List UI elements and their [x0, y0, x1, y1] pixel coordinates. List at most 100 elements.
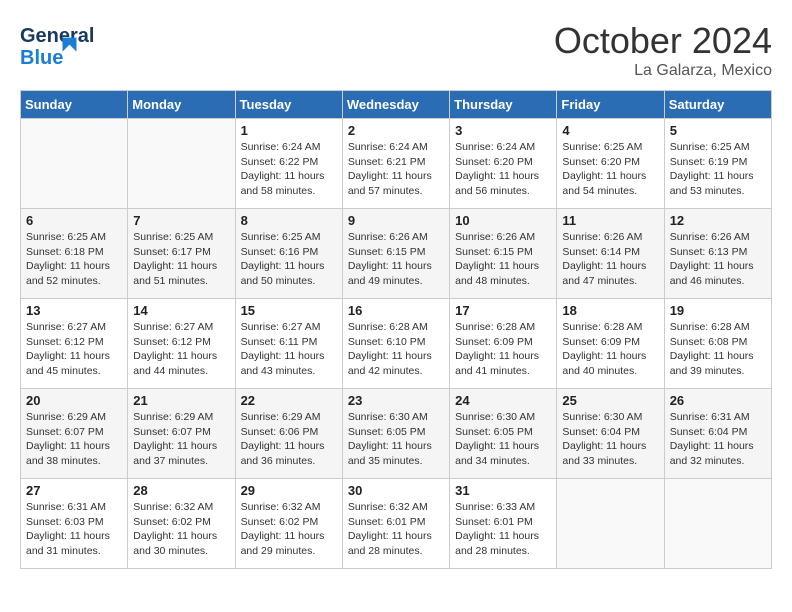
day-detail: Sunrise: 6:26 AMSunset: 6:14 PMDaylight:…	[562, 230, 658, 289]
day-detail: Sunrise: 6:28 AMSunset: 6:10 PMDaylight:…	[348, 320, 444, 379]
day-detail: Sunrise: 6:29 AMSunset: 6:07 PMDaylight:…	[133, 410, 229, 469]
table-row: 26 Sunrise: 6:31 AMSunset: 6:04 PMDayligh…	[664, 389, 771, 479]
day-detail: Sunrise: 6:25 AMSunset: 6:18 PMDaylight:…	[26, 230, 122, 289]
day-number: 3	[455, 123, 551, 138]
calendar-week-2: 6 Sunrise: 6:25 AMSunset: 6:18 PMDaylight…	[21, 209, 772, 299]
day-detail: Sunrise: 6:28 AMSunset: 6:08 PMDaylight:…	[670, 320, 766, 379]
day-number: 21	[133, 393, 229, 408]
calendar-week-1: 1 Sunrise: 6:24 AMSunset: 6:22 PMDaylight…	[21, 119, 772, 209]
day-number: 10	[455, 213, 551, 228]
day-number: 30	[348, 483, 444, 498]
col-thursday: Thursday	[450, 91, 557, 119]
month-title: October 2024	[554, 20, 772, 62]
table-row: 9 Sunrise: 6:26 AMSunset: 6:15 PMDaylight…	[342, 209, 449, 299]
day-number: 18	[562, 303, 658, 318]
col-monday: Monday	[128, 91, 235, 119]
day-number: 28	[133, 483, 229, 498]
table-row: 22Sunrise: 6:29 AMSunset: 6:06 PMDayligh…	[235, 389, 342, 479]
logo: General Blue	[20, 20, 140, 75]
calendar-week-4: 20 Sunrise: 6:29 AMSunset: 6:07 PMDayligh…	[21, 389, 772, 479]
day-number: 12	[670, 213, 766, 228]
table-row: 28 Sunrise: 6:32 AMSunset: 6:02 PMDayligh…	[128, 479, 235, 569]
day-number: 13	[26, 303, 122, 318]
table-row: 1 Sunrise: 6:24 AMSunset: 6:22 PMDaylight…	[235, 119, 342, 209]
table-row: 23 Sunrise: 6:30 AMSunset: 6:05 PMDayligh…	[342, 389, 449, 479]
day-detail: Sunrise: 6:30 AMSunset: 6:05 PMDaylight:…	[455, 410, 551, 469]
location-subtitle: La Galarza, Mexico	[554, 62, 772, 80]
day-detail: Sunrise: 6:32 AMSunset: 6:02 PMDaylight:…	[133, 500, 229, 559]
day-number: 14	[133, 303, 229, 318]
table-row: 8 Sunrise: 6:25 AMSunset: 6:16 PMDaylight…	[235, 209, 342, 299]
table-row: 6 Sunrise: 6:25 AMSunset: 6:18 PMDaylight…	[21, 209, 128, 299]
day-detail: Sunrise: 6:30 AMSunset: 6:05 PMDaylight:…	[348, 410, 444, 469]
day-detail: Sunrise: 6:24 AMSunset: 6:22 PMDaylight:…	[241, 140, 337, 199]
calendar-table: Sunday Monday Tuesday Wednesday Thursday…	[20, 90, 772, 569]
table-row	[557, 479, 664, 569]
day-number: 1	[241, 123, 337, 138]
day-detail: Sunrise: 6:27 AMSunset: 6:12 PMDaylight:…	[26, 320, 122, 379]
table-row: 14 Sunrise: 6:27 AMSunset: 6:12 PMDayligh…	[128, 299, 235, 389]
table-row: 27 Sunrise: 6:31 AMSunset: 6:03 PMDayligh…	[21, 479, 128, 569]
day-detail: Sunrise: 6:26 AMSunset: 6:13 PMDaylight:…	[670, 230, 766, 289]
table-row: 21 Sunrise: 6:29 AMSunset: 6:07 PMDayligh…	[128, 389, 235, 479]
day-number: 9	[348, 213, 444, 228]
col-sunday: Sunday	[21, 91, 128, 119]
table-row: 18 Sunrise: 6:28 AMSunset: 6:09 PMDayligh…	[557, 299, 664, 389]
day-number: 4	[562, 123, 658, 138]
page-header: General Blue October 2024 La Galarza, Me…	[20, 20, 772, 80]
logo-text: General Blue	[20, 20, 140, 75]
day-number: 2	[348, 123, 444, 138]
day-detail: Sunrise: 6:33 AMSunset: 6:01 PMDaylight:…	[455, 500, 551, 559]
table-row: 16 Sunrise: 6:28 AMSunset: 6:10 PMDayligh…	[342, 299, 449, 389]
day-detail: Sunrise: 6:24 AMSunset: 6:20 PMDaylight:…	[455, 140, 551, 199]
day-number: 6	[26, 213, 122, 228]
day-detail: Sunrise: 6:31 AMSunset: 6:04 PMDaylight:…	[670, 410, 766, 469]
day-detail: Sunrise: 6:32 AMSunset: 6:01 PMDaylight:…	[348, 500, 444, 559]
day-detail: Sunrise: 6:25 AMSunset: 6:17 PMDaylight:…	[133, 230, 229, 289]
day-number: 22	[241, 393, 337, 408]
table-row: 4 Sunrise: 6:25 AMSunset: 6:20 PMDaylight…	[557, 119, 664, 209]
day-number: 19	[670, 303, 766, 318]
day-detail: Sunrise: 6:25 AMSunset: 6:20 PMDaylight:…	[562, 140, 658, 199]
table-row: 3 Sunrise: 6:24 AMSunset: 6:20 PMDaylight…	[450, 119, 557, 209]
day-detail: Sunrise: 6:24 AMSunset: 6:21 PMDaylight:…	[348, 140, 444, 199]
day-detail: Sunrise: 6:27 AMSunset: 6:12 PMDaylight:…	[133, 320, 229, 379]
calendar-week-5: 27 Sunrise: 6:31 AMSunset: 6:03 PMDayligh…	[21, 479, 772, 569]
table-row: 20Sunrise: 6:29 AMSunset: 6:07 PMDayligh…	[21, 389, 128, 479]
day-number: 24	[455, 393, 551, 408]
table-row: 29 Sunrise: 6:32 AMSunset: 6:02 PMDayligh…	[235, 479, 342, 569]
col-tuesday: Tuesday	[235, 91, 342, 119]
calendar-week-3: 13 Sunrise: 6:27 AMSunset: 6:12 PMDayligh…	[21, 299, 772, 389]
table-row: 2 Sunrise: 6:24 AMSunset: 6:21 PMDaylight…	[342, 119, 449, 209]
day-detail: Sunrise: 6:25 AMSunset: 6:16 PMDaylight:…	[241, 230, 337, 289]
col-saturday: Saturday	[664, 91, 771, 119]
table-row: 12 Sunrise: 6:26 AMSunset: 6:13 PMDayligh…	[664, 209, 771, 299]
day-detail: Sunrise: 6:28 AMSunset: 6:09 PMDaylight:…	[562, 320, 658, 379]
table-row	[664, 479, 771, 569]
day-detail: Sunrise: 6:32 AMSunset: 6:02 PMDaylight:…	[241, 500, 337, 559]
day-number: 16	[348, 303, 444, 318]
day-number: 20	[26, 393, 122, 408]
day-detail: Sunrise: 6:30 AMSunset: 6:04 PMDaylight:…	[562, 410, 658, 469]
day-number: 23	[348, 393, 444, 408]
title-block: October 2024 La Galarza, Mexico	[554, 20, 772, 80]
day-number: 26	[670, 393, 766, 408]
table-row: 11Sunrise: 6:26 AMSunset: 6:14 PMDayligh…	[557, 209, 664, 299]
day-number: 31	[455, 483, 551, 498]
calendar-header-row: Sunday Monday Tuesday Wednesday Thursday…	[21, 91, 772, 119]
table-row: 30 Sunrise: 6:32 AMSunset: 6:01 PMDayligh…	[342, 479, 449, 569]
day-number: 17	[455, 303, 551, 318]
table-row: 17Sunrise: 6:28 AMSunset: 6:09 PMDayligh…	[450, 299, 557, 389]
svg-text:Blue: Blue	[20, 47, 63, 69]
svg-text:General: General	[20, 25, 94, 47]
day-number: 15	[241, 303, 337, 318]
table-row	[21, 119, 128, 209]
day-detail: Sunrise: 6:31 AMSunset: 6:03 PMDaylight:…	[26, 500, 122, 559]
day-number: 29	[241, 483, 337, 498]
col-friday: Friday	[557, 91, 664, 119]
day-number: 27	[26, 483, 122, 498]
day-number: 5	[670, 123, 766, 138]
day-detail: Sunrise: 6:27 AMSunset: 6:11 PMDaylight:…	[241, 320, 337, 379]
day-number: 8	[241, 213, 337, 228]
day-detail: Sunrise: 6:26 AMSunset: 6:15 PMDaylight:…	[348, 230, 444, 289]
